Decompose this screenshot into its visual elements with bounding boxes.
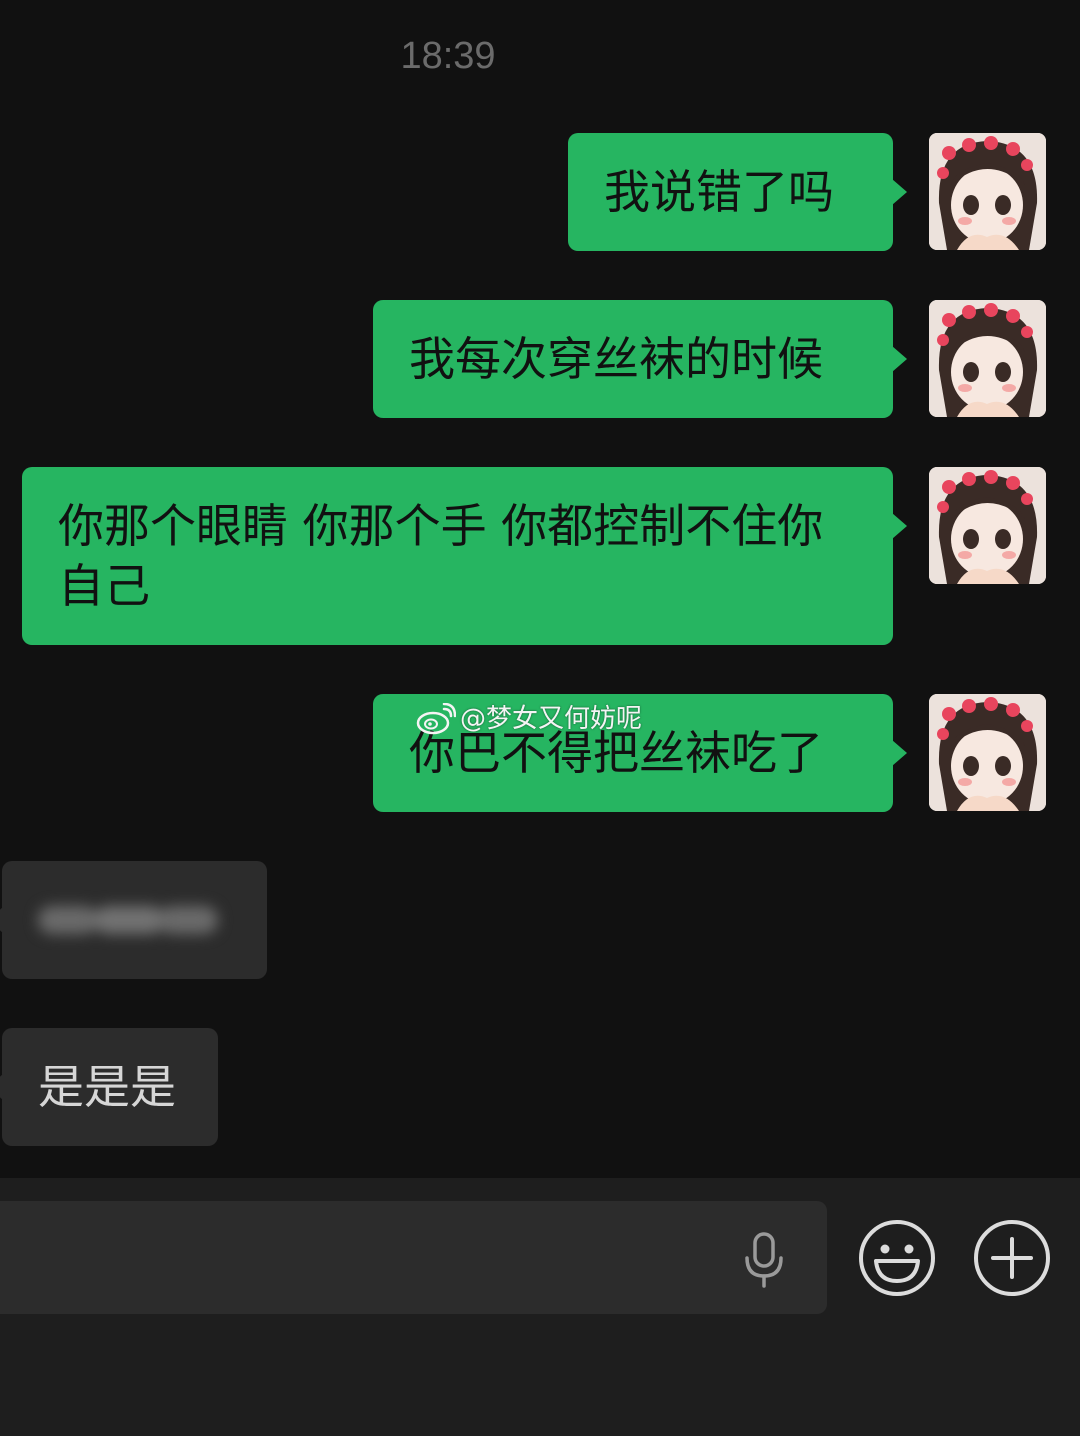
message-text: 我说错了吗 bbox=[604, 165, 834, 219]
message-bubble-incoming[interactable]: 是是是 bbox=[0, 1028, 218, 1146]
message-text: 我每次穿丝袜的时候 bbox=[409, 332, 823, 386]
message-text: 你那个眼睛 你那个手 你都控制不住你自己 bbox=[58, 499, 824, 613]
avatar[interactable] bbox=[929, 467, 1046, 584]
watermark-text: @梦女又何妨呢 bbox=[460, 704, 643, 734]
chat-timestamp: 18:39 bbox=[400, 35, 496, 77]
plus-button[interactable] bbox=[973, 1219, 1051, 1297]
avatar[interactable] bbox=[929, 133, 1046, 250]
message-text: 是是是 bbox=[38, 1060, 176, 1114]
weibo-logo-icon bbox=[416, 703, 456, 735]
weibo-watermark: @梦女又何妨呢 bbox=[416, 702, 642, 736]
message-bubble-outgoing[interactable]: 我每次穿丝袜的时候 bbox=[373, 300, 907, 418]
message-bubble-outgoing[interactable]: 你那个眼睛 你那个手 你都控制不住你自己 bbox=[22, 467, 907, 645]
avatar[interactable] bbox=[929, 300, 1046, 417]
microphone-icon bbox=[745, 1232, 783, 1288]
plus-icon bbox=[974, 1220, 1050, 1296]
voice-input-button[interactable] bbox=[740, 1230, 788, 1290]
emoji-button[interactable] bbox=[858, 1219, 936, 1297]
message-bubble-incoming[interactable] bbox=[0, 861, 267, 979]
avatar[interactable] bbox=[929, 694, 1046, 811]
message-bubble-outgoing[interactable]: 我说错了吗 bbox=[568, 133, 907, 251]
blurred-message-content bbox=[38, 890, 226, 950]
message-input[interactable] bbox=[0, 1201, 827, 1314]
emoji-icon bbox=[859, 1220, 935, 1296]
